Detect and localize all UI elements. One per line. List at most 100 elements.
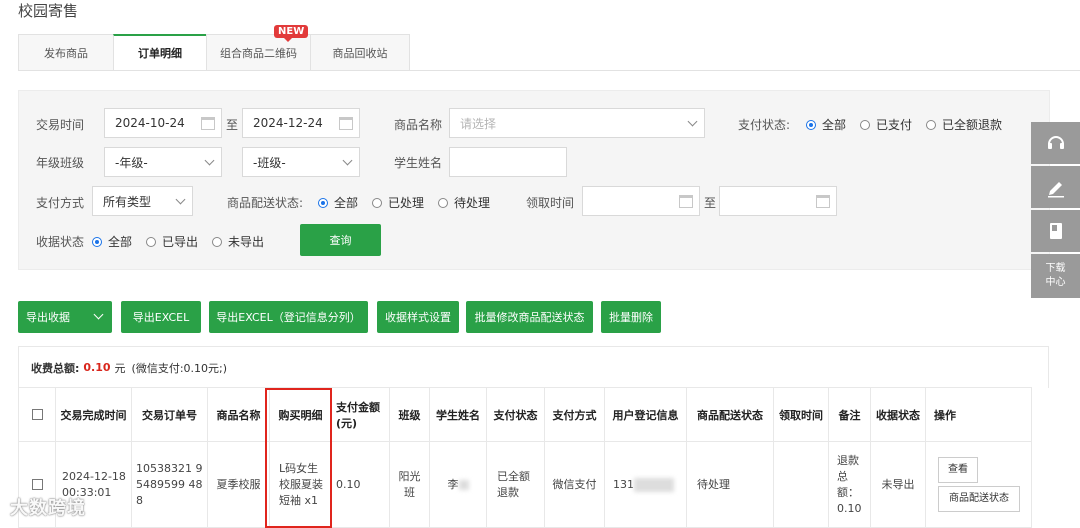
cell-class: 阳光班 [389, 441, 430, 528]
collect-exported-radio[interactable]: 已导出 [146, 233, 198, 250]
product-name-select[interactable]: 请选择 [449, 108, 705, 138]
tab-recycle-bin[interactable]: 商品回收站 [310, 34, 410, 71]
cell-pay-method: 微信支付 [544, 441, 605, 528]
col-header: 学生姓名 [429, 387, 487, 442]
pickup-time-label: 领取时间 [526, 196, 575, 210]
radio-icon [438, 197, 449, 208]
orders-table: 交易完成时间 交易订单号 商品名称 购买明细 支付金额(元) 班级 学生姓名 支… [18, 387, 1032, 528]
col-header: 操作 [925, 387, 1032, 442]
collect-not-exported-radio[interactable]: 未导出 [212, 233, 264, 250]
class-select-value: -班级- [253, 155, 286, 170]
radio-label: 全部 [108, 235, 133, 249]
pickup-time-from-input[interactable] [582, 186, 700, 216]
col-header: 班级 [389, 387, 430, 442]
cell-remark: 退款总额：0.10 [828, 441, 871, 528]
delivery-status-button[interactable]: 商品配送状态 [938, 486, 1020, 512]
headset-icon [1047, 136, 1064, 149]
chevron-down-icon [204, 155, 215, 166]
grade-class-label: 年级班级 [36, 156, 85, 170]
view-button[interactable]: 查看 [938, 457, 978, 483]
summary-amount: 0.10 [83, 361, 111, 374]
tab-combo-qrcode-label: 组合商品二维码 [220, 46, 297, 60]
new-badge: NEW [274, 25, 309, 42]
pay-status-refunded-radio[interactable]: 已全额退款 [926, 116, 1002, 133]
cell-pickup-time [773, 441, 829, 528]
receipt-style-button[interactable]: 收据样式设置 [377, 301, 459, 333]
tab-publish-product[interactable]: 发布商品 [18, 34, 113, 71]
to-text: 至 [704, 196, 717, 210]
summary-unit: 元 [114, 361, 126, 375]
blurred-text [634, 477, 674, 492]
edit-button[interactable] [1031, 166, 1080, 208]
product-name-label: 商品名称 [394, 118, 443, 132]
trade-time-from-input[interactable]: 2024-10-24 [104, 108, 222, 138]
batch-modify-delivery-button[interactable]: 批量修改商品配送状态 [466, 301, 593, 333]
delivery-all-radio[interactable]: 全部 [318, 194, 358, 211]
pay-status-all-radio[interactable]: 全部 [806, 116, 846, 133]
col-header: 领取时间 [773, 387, 829, 442]
row-checkbox[interactable] [31, 479, 43, 490]
chevron-down-icon [687, 116, 698, 127]
col-header: 用户登记信息 [604, 387, 687, 442]
radio-icon [926, 119, 937, 130]
cell-student: 李 [429, 441, 487, 528]
cell-pay-status: 已全额退款 [486, 441, 545, 528]
product-name-placeholder: 请选择 [460, 116, 497, 131]
col-header: 支付状态 [486, 387, 545, 442]
chevron-down-icon [175, 194, 186, 205]
pay-method-label: 支付方式 [36, 196, 85, 210]
radio-label: 未导出 [228, 235, 265, 249]
cell-amount: 0.10 [331, 441, 390, 528]
summary-detail: (微信支付:0.10元;) [131, 361, 228, 375]
batch-delete-button[interactable]: 批量删除 [601, 301, 661, 333]
delivery-processed-radio[interactable]: 已处理 [372, 194, 424, 211]
radio-label: 已全额退款 [942, 118, 1003, 132]
export-excel-button[interactable]: 导出EXCEL [121, 301, 201, 333]
radio-checked-icon [318, 197, 328, 208]
support-button[interactable] [1031, 122, 1080, 164]
delivery-status-label: 商品配送状态: [227, 196, 304, 210]
collect-status-label: 收据状态 [36, 235, 85, 249]
watermark-logo: 大数跨境 [10, 498, 86, 519]
student-name-label: 学生姓名 [394, 156, 443, 170]
pen-icon [1047, 182, 1064, 198]
col-header: 购买明细 [269, 387, 332, 442]
grade-select[interactable]: -年级- [104, 147, 222, 177]
cell-user-info: 131 [604, 441, 687, 528]
select-all-checkbox[interactable] [31, 409, 43, 420]
tab-order-detail[interactable]: 订单明细 [113, 34, 206, 71]
tab-combo-qrcode[interactable]: 组合商品二维码 NEW [206, 25, 310, 71]
export-receipt-button[interactable]: 导出收据 [18, 301, 112, 333]
collect-all-radio[interactable]: 全部 [92, 233, 132, 250]
summary-label: 收费总额: [31, 361, 80, 375]
pay-status-radio-group: 全部 已支付 已全额退款 [806, 116, 1016, 133]
pickup-time-to-input[interactable] [719, 186, 837, 216]
calendar-icon [679, 195, 693, 208]
chevron-down-icon [342, 155, 353, 166]
query-button[interactable]: 查询 [300, 224, 381, 256]
download-center-button[interactable]: 下载 中心 [1031, 254, 1080, 298]
radio-icon [212, 236, 223, 247]
page-title: 校园寄售 [18, 2, 79, 20]
cell-receipt-status: 未导出 [870, 441, 926, 528]
delivery-pending-radio[interactable]: 待处理 [438, 194, 490, 211]
cell-product: 夏季校服 [207, 441, 270, 528]
cell-order-no: 10538321 95489599 488 [131, 441, 208, 528]
select-all-cell[interactable] [18, 387, 56, 442]
student-name-input[interactable] [449, 147, 567, 177]
class-select[interactable]: -班级- [242, 147, 360, 177]
book-button[interactable] [1031, 210, 1080, 252]
export-excel-split-button[interactable]: 导出EXCEL（登记信息分列） [209, 301, 368, 333]
blurred-text [458, 479, 469, 490]
cell-detail: L码女生校服夏装短袖 x1 [269, 441, 332, 528]
trade-time-from-value: 2024-10-24 [115, 116, 185, 130]
chevron-down-icon [93, 309, 104, 320]
pay-status-paid-radio[interactable]: 已支付 [860, 116, 912, 133]
pay-method-select[interactable]: 所有类型 [92, 186, 193, 216]
radio-label: 已导出 [162, 235, 199, 249]
col-header: 收据状态 [870, 387, 926, 442]
cell-operations: 查看 商品配送状态 [925, 441, 1032, 528]
trade-time-to-input[interactable]: 2024-12-24 [242, 108, 360, 138]
col-header: 商品配送状态 [686, 387, 774, 442]
radio-icon [372, 197, 383, 208]
